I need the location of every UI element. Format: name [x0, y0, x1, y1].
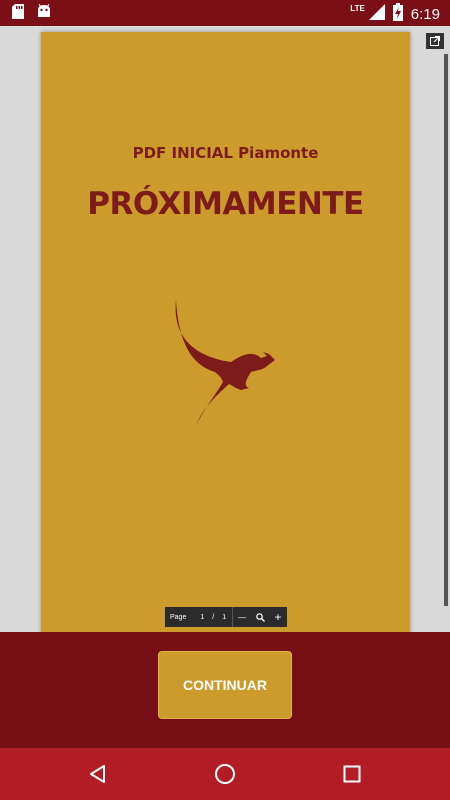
home-icon[interactable]: [213, 762, 237, 786]
android-debug-icon: [36, 3, 52, 24]
status-bar-right: LTE 6:19: [350, 3, 440, 26]
status-bar: LTE 6:19: [0, 0, 450, 26]
pdf-title: PRÓXIMAMENTE: [87, 186, 364, 222]
pdf-page: PDF INICIAL Piamonte PRÓXIMAMENTE: [41, 32, 410, 632]
scrollbar[interactable]: [444, 54, 448, 606]
continue-button[interactable]: CONTINUAR: [158, 651, 292, 719]
navigation-bar: [0, 748, 450, 800]
pdf-page-toolbar: Page 1 / 1 — +: [165, 607, 287, 627]
back-icon[interactable]: [86, 762, 110, 786]
sd-card-icon: [12, 4, 24, 24]
battery-charging-icon: [392, 3, 403, 26]
pdf-viewer[interactable]: PDF INICIAL Piamonte PRÓXIMAMENTE Page 1…: [0, 26, 450, 632]
kangaroo-logo: [175, 300, 275, 426]
page-label: Page: [170, 613, 187, 621]
current-page[interactable]: 1: [200, 614, 204, 621]
status-bar-left: [12, 3, 52, 24]
popout-button[interactable]: [426, 33, 444, 49]
open-external-icon: [430, 36, 440, 46]
zoom-out-button[interactable]: —: [233, 607, 251, 627]
pdf-subtitle: PDF INICIAL Piamonte: [132, 144, 319, 162]
recents-icon[interactable]: [340, 762, 364, 786]
signal-icon: [368, 4, 385, 25]
action-area: CONTINUAR: [0, 632, 450, 748]
zoom-icon[interactable]: [251, 607, 269, 627]
status-time: 6:19: [410, 6, 440, 23]
zoom-in-button[interactable]: +: [269, 607, 287, 627]
network-type: LTE: [350, 4, 365, 13]
total-pages: 1: [222, 613, 227, 621]
page-separator: /: [212, 613, 215, 621]
